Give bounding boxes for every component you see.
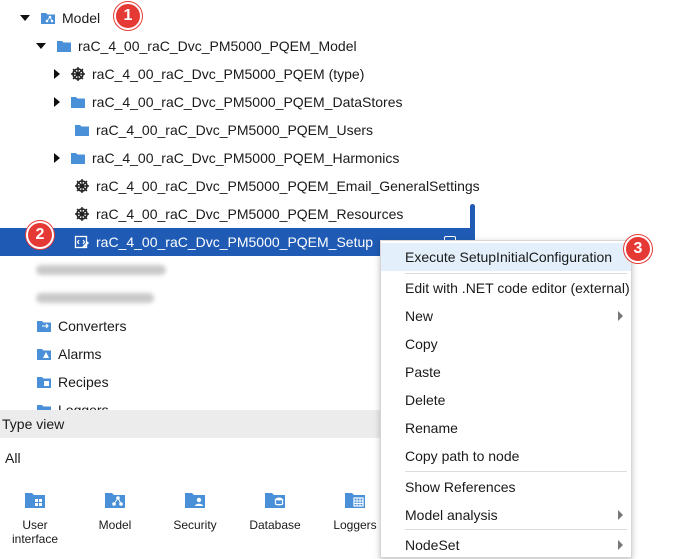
menu-item-label: Model analysis xyxy=(405,507,498,523)
folder-icon xyxy=(70,94,86,110)
tree-item-pqem-email-settings[interactable]: raC_4_00_raC_Dvc_PM5000_PQEM_Email_Gener… xyxy=(0,172,480,200)
loggers-icon xyxy=(343,488,367,512)
database-icon xyxy=(263,488,287,512)
collapse-arrow-icon[interactable] xyxy=(20,15,30,21)
submenu-arrow-icon xyxy=(618,510,623,520)
context-menu: Execute SetupInitialConfiguration Edit w… xyxy=(380,240,632,558)
type-database[interactable]: Database xyxy=(240,488,310,532)
type-view-title: Type view xyxy=(2,416,65,432)
type-item-label: Loggers xyxy=(333,518,377,532)
tree-item-label: raC_4_00_raC_Dvc_PM5000_PQEM_Email_Gener… xyxy=(96,178,480,194)
menu-item-label: New xyxy=(405,308,434,324)
model-folder-icon xyxy=(40,10,56,26)
user-interface-icon xyxy=(23,488,47,512)
tree-item-pqem-model[interactable]: raC_4_00_raC_Dvc_PM5000_PQEM_Model xyxy=(0,32,470,60)
tree-item-pqem-type[interactable]: raC_4_00_raC_Dvc_PM5000_PQEM (type) xyxy=(0,60,470,88)
menu-item-new[interactable]: New xyxy=(381,302,631,330)
menu-separator xyxy=(405,471,627,472)
menu-item-label: Execute SetupInitialConfiguration xyxy=(405,249,613,265)
tree-item-label: Converters xyxy=(58,318,127,334)
collapse-arrow-icon[interactable] xyxy=(36,43,46,49)
tree-item-label: Recipes xyxy=(58,374,109,390)
tree-item-pqem-users[interactable]: raC_4_00_raC_Dvc_PM5000_PQEM_Users xyxy=(0,116,470,144)
object-type-icon xyxy=(74,206,90,222)
menu-item-label: Rename xyxy=(405,420,458,436)
menu-item-delete[interactable]: Delete xyxy=(381,386,631,414)
expand-arrow-icon[interactable] xyxy=(54,97,60,107)
menu-separator xyxy=(405,529,627,530)
menu-item-label: Delete xyxy=(405,392,446,408)
callout-badge-1: 1 xyxy=(114,2,142,30)
menu-item-label: Copy path to node xyxy=(405,448,520,464)
tree-item-label: raC_4_00_raC_Dvc_PM5000_PQEM_Resources xyxy=(96,206,404,222)
menu-item-label: Copy xyxy=(405,336,438,352)
type-view-filter-value: All xyxy=(5,450,21,466)
netlogic-icon xyxy=(74,234,90,250)
blurred-tree-item xyxy=(36,293,154,303)
tree-item-label: Alarms xyxy=(58,346,102,362)
tree-item-label: raC_4_00_raC_Dvc_PM5000_PQEM_DataStores xyxy=(92,94,403,110)
tree-item-label: Model xyxy=(62,10,101,26)
tree-item-pqem-harmonics[interactable]: raC_4_00_raC_Dvc_PM5000_PQEM_Harmonics xyxy=(0,144,470,172)
tree-item-label: raC_4_00_raC_Dvc_PM5000_PQEM_Harmonics xyxy=(92,150,400,166)
tree-item-pqem-datastores[interactable]: raC_4_00_raC_Dvc_PM5000_PQEM_DataStores xyxy=(0,88,470,116)
tree-item-label: raC_4_00_raC_Dvc_PM5000_PQEM_Users xyxy=(96,122,374,138)
menu-item-nodeset[interactable]: NodeSet xyxy=(381,531,631,559)
folder-icon xyxy=(70,150,86,166)
menu-item-show-references[interactable]: Show References xyxy=(381,473,631,501)
type-user-interface[interactable]: User interface xyxy=(0,488,70,546)
menu-item-execute-setup[interactable]: Execute SetupInitialConfiguration xyxy=(381,243,631,271)
loggers-folder-icon xyxy=(36,402,52,410)
model-icon xyxy=(103,488,127,512)
type-item-label: User interface xyxy=(11,518,59,546)
type-item-label: Security xyxy=(173,518,217,532)
folder-icon xyxy=(56,38,72,54)
callout-badge-2: 2 xyxy=(26,221,54,249)
menu-item-label: NodeSet xyxy=(405,537,460,553)
tree-item-label: raC_4_00_raC_Dvc_PM5000_PQEM (type) xyxy=(92,66,365,82)
tree-item-model[interactable]: Model xyxy=(0,4,470,32)
security-icon xyxy=(183,488,207,512)
tree-item-label: Loggers xyxy=(58,402,109,410)
tree-item-label: raC_4_00_raC_Dvc_PM5000_PQEM_Model xyxy=(78,38,357,54)
menu-item-label: Paste xyxy=(405,364,441,380)
submenu-arrow-icon xyxy=(618,540,623,550)
menu-item-model-analysis[interactable]: Model analysis xyxy=(381,501,631,529)
callout-badge-3: 3 xyxy=(624,235,652,263)
alarms-folder-icon xyxy=(36,346,52,362)
blurred-tree-item xyxy=(36,265,166,275)
menu-item-label: Show References xyxy=(405,479,516,495)
tree-item-label: raC_4_00_raC_Dvc_PM5000_PQEM_Setup xyxy=(96,234,374,250)
converters-folder-icon xyxy=(36,318,52,334)
recipes-folder-icon xyxy=(36,374,52,390)
type-security[interactable]: Security xyxy=(160,488,230,532)
type-item-label: Database xyxy=(249,518,301,532)
menu-item-paste[interactable]: Paste xyxy=(381,358,631,386)
menu-item-copy[interactable]: Copy xyxy=(381,330,631,358)
menu-item-label: Edit with .NET code editor (external) xyxy=(405,280,630,296)
object-type-icon xyxy=(70,66,86,82)
menu-item-rename[interactable]: Rename xyxy=(381,414,631,442)
menu-item-edit-with-net[interactable]: Edit with .NET code editor (external) xyxy=(381,274,631,302)
expand-arrow-icon[interactable] xyxy=(54,153,60,163)
folder-icon xyxy=(74,122,90,138)
expand-arrow-icon[interactable] xyxy=(54,69,60,79)
type-model[interactable]: Model xyxy=(80,488,150,532)
menu-item-copy-path[interactable]: Copy path to node xyxy=(381,442,631,470)
tree-item-pqem-resources[interactable]: raC_4_00_raC_Dvc_PM5000_PQEM_Resources xyxy=(0,200,470,228)
type-item-label: Model xyxy=(98,518,132,532)
submenu-arrow-icon xyxy=(618,311,623,321)
object-type-icon xyxy=(74,178,90,194)
